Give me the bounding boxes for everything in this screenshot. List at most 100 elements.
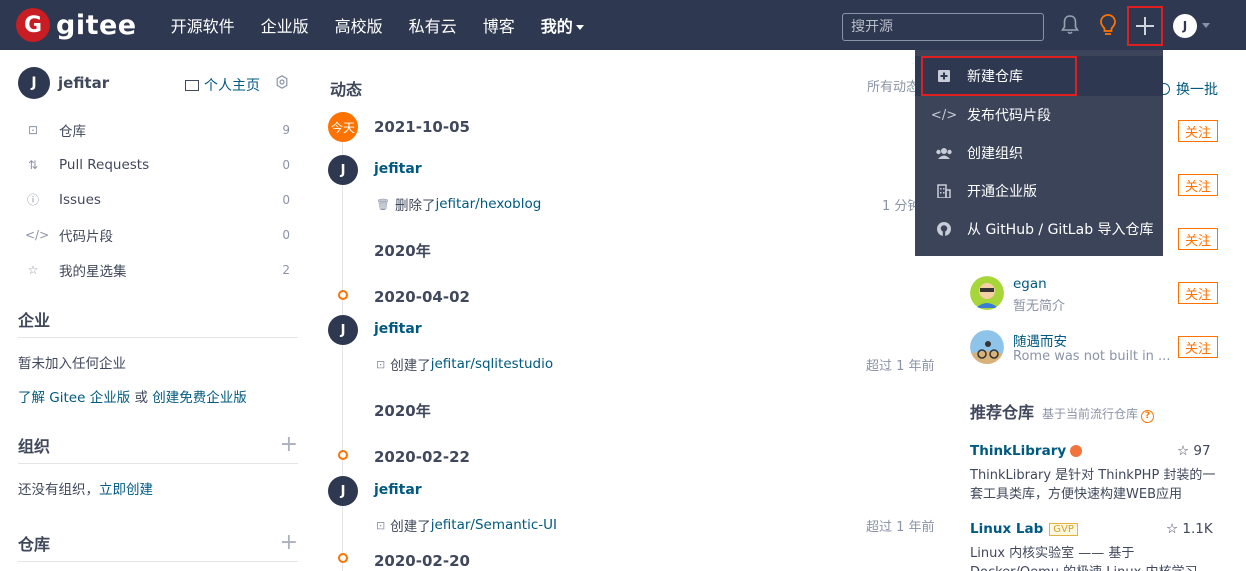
nav-link-mine[interactable]: 我的 <box>541 13 584 37</box>
logo-text: gitee <box>56 9 137 41</box>
create-enterprise-link[interactable]: 创建免费企业版 <box>152 390 247 406</box>
trash-icon: 🗑 <box>376 197 390 211</box>
code-icon: </> <box>25 227 50 242</box>
rec-subtitle: 基于当前流行仓库 <box>1042 407 1139 421</box>
bell-icon[interactable] <box>1060 14 1080 36</box>
search-input[interactable] <box>842 13 1044 41</box>
timeline-date: 2021-10-05 <box>374 118 470 136</box>
menu-item-new-snippet[interactable]: </> 发布代码片段 <box>915 96 1163 134</box>
feed-user-link[interactable]: jefitar <box>374 482 422 498</box>
menu-item-enterprise[interactable]: 开通企业版 <box>915 172 1163 210</box>
nav-link-enterprise[interactable]: 企业版 <box>261 13 309 37</box>
sidebar-item-issues[interactable]: ⓘ Issues 0 <box>18 182 298 217</box>
create-plus-button[interactable] <box>1127 6 1163 46</box>
enterprise-section-title: 企业 <box>18 307 298 338</box>
issue-icon: ⓘ <box>26 193 39 207</box>
menu-item-label: 开通企业版 <box>967 184 1037 200</box>
plus-square-icon <box>935 70 953 82</box>
main-nav: 开源软件 企业版 高校版 私有云 博客 我的 <box>171 13 610 37</box>
nav-link-opensource[interactable]: 开源软件 <box>171 13 235 37</box>
org-section-title: 组织 + <box>18 433 298 464</box>
feed-action: ⊡ 创建了 jefitar/Semantic-UI <box>376 515 557 535</box>
follow-button[interactable]: 关注 <box>1178 174 1218 196</box>
menu-item-new-repo[interactable]: 新建仓库 <box>915 56 1163 96</box>
star-count[interactable]: ☆ 1.1K <box>1166 521 1213 537</box>
nav-link-education[interactable]: 高校版 <box>335 13 383 37</box>
sidebar-item-pull-requests[interactable]: ⇅ Pull Requests 0 <box>18 147 298 182</box>
enterprise-title: 企业 <box>18 311 51 330</box>
recommended-repos-title: 推荐仓库 基于当前流行仓库 ? <box>970 399 1155 423</box>
avatar[interactable]: J <box>328 315 358 345</box>
avatar[interactable] <box>970 276 1004 310</box>
timeline-date: 2020-02-22 <box>374 448 470 466</box>
menu-item-import[interactable]: 从 GitHub / GitLab 导入仓库 <box>915 210 1163 248</box>
repo-link[interactable]: jefitar/sqlitestudio <box>431 356 553 372</box>
follow-button[interactable]: 关注 <box>1178 120 1218 142</box>
feed-time: 超过 1 年前 <box>866 520 935 535</box>
repo-link[interactable]: jefitar/Semantic-UI <box>431 517 557 533</box>
gitee-logo[interactable]: G gitee <box>16 8 137 42</box>
homepage-label: 个人主页 <box>204 78 260 94</box>
menu-item-label: 创建组织 <box>967 146 1023 162</box>
learn-enterprise-link[interactable]: 了解 Gitee 企业版 <box>18 390 130 406</box>
left-sidebar: J jefitar 个人主页 ⊡ 仓库 9 ⇅ Pull Requests 0 … <box>18 66 298 562</box>
follow-button[interactable]: 关注 <box>1178 282 1218 304</box>
star-icon: ☆ <box>27 262 39 277</box>
refresh-button[interactable]: 换一批 <box>1158 79 1218 99</box>
star-count[interactable]: ☆ 97 <box>1177 443 1211 459</box>
menu-item-create-org[interactable]: 创建组织 <box>915 134 1163 172</box>
menu-item-label: 从 GitHub / GitLab 导入仓库 <box>967 222 1154 238</box>
recommended-user-name[interactable]: 随遇而安 <box>1013 330 1067 350</box>
timeline-dot <box>338 450 348 460</box>
avatar[interactable] <box>970 330 1004 364</box>
sidebar-item-repos[interactable]: ⊡ 仓库 9 <box>18 112 298 147</box>
repo-link[interactable]: Linux Lab GVP <box>970 521 1078 537</box>
follow-button[interactable]: 关注 <box>1178 336 1218 358</box>
nav-link-private-cloud[interactable]: 私有云 <box>409 13 457 37</box>
create-org-link[interactable]: 立即创建 <box>99 482 153 498</box>
count-badge: 9 <box>282 122 290 137</box>
sidebar-item-stars[interactable]: ☆ 我的星选集 2 <box>18 252 298 287</box>
username[interactable]: jefitar <box>58 74 109 92</box>
add-org-icon[interactable]: + <box>280 434 298 456</box>
gear-icon[interactable] <box>275 75 289 89</box>
sidebar-item-snippets[interactable]: </> 代码片段 0 <box>18 217 298 252</box>
sidebar-item-label: 仓库 <box>59 123 86 140</box>
sidebar-item-label: 代码片段 <box>59 228 113 245</box>
homepage-link[interactable]: 个人主页 <box>185 75 260 95</box>
or-text: 或 <box>130 390 153 406</box>
lightbulb-icon[interactable] <box>1098 13 1118 37</box>
pull-request-icon: ⇅ <box>27 157 39 172</box>
avatar[interactable]: J <box>18 67 50 99</box>
feed-filter[interactable]: 所有动态 <box>867 76 919 95</box>
count-badge: 0 <box>282 192 290 207</box>
sidebar-menu: ⊡ 仓库 9 ⇅ Pull Requests 0 ⓘ Issues 0 </> … <box>18 112 298 287</box>
avatar[interactable]: J <box>328 476 358 506</box>
timeline-year: 2020年 <box>374 242 431 260</box>
user-avatar-menu[interactable]: J <box>1173 14 1197 38</box>
logo-icon: G <box>16 8 50 42</box>
swap-label: 换一批 <box>1176 82 1218 98</box>
building-icon <box>935 184 953 198</box>
avatar[interactable]: J <box>328 155 358 185</box>
chevron-down-icon <box>575 25 584 30</box>
repo-link[interactable]: ThinkLibrary <box>970 443 1083 459</box>
feed-user-link[interactable]: jefitar <box>374 161 422 177</box>
sidebar-item-label: 我的星选集 <box>59 263 127 280</box>
timeline-line <box>342 140 343 571</box>
action-text: 创建了 <box>390 519 431 535</box>
chevron-down-icon[interactable] <box>1202 23 1210 28</box>
github-icon <box>935 222 953 236</box>
activity-feed: 动态 所有动态 <box>330 66 940 100</box>
help-icon[interactable]: ? <box>1141 409 1155 423</box>
repo-link[interactable]: jefitar/hexoblog <box>435 196 541 212</box>
star-value: 1.1K <box>1182 521 1213 537</box>
add-repo-icon[interactable]: + <box>280 532 298 554</box>
repo-icon: ⊡ <box>376 357 386 371</box>
nav-link-blog[interactable]: 博客 <box>483 13 515 37</box>
timeline-year: 2020年 <box>374 402 431 420</box>
recommended-user-name[interactable]: egan <box>1013 276 1047 292</box>
follow-button[interactable]: 关注 <box>1178 228 1218 250</box>
feed-user-link[interactable]: jefitar <box>374 321 422 337</box>
timeline-dot <box>338 290 348 300</box>
